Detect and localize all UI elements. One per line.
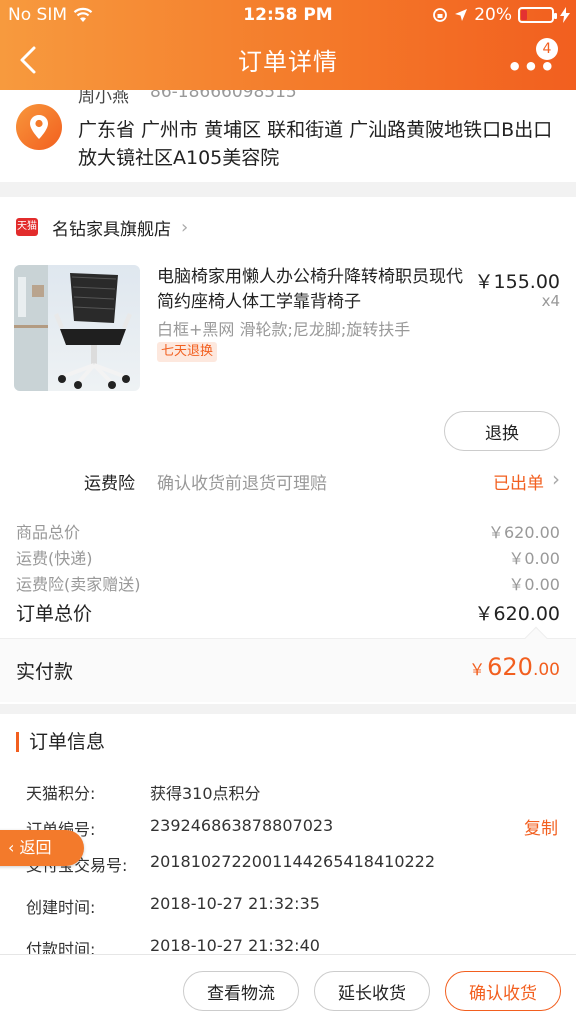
paid-value: ￥620.00 xyxy=(469,653,560,681)
order-card: 天猫 名钻家具旗舰店 › 电脑椅家用懒人办公椅升降转椅职员现代简约座椅人体工学靠… xyxy=(0,197,576,704)
shop-link[interactable]: 天猫 名钻家具旗舰店 › xyxy=(16,215,189,240)
header: No SIM 12:58 PM 20% 订单详情 ••• 4 xyxy=(0,0,576,90)
return-policy-tag: 七天退换 xyxy=(157,342,218,362)
info-row: 天猫积分: 获得310点积分 xyxy=(26,780,560,804)
paid-integer: 620 xyxy=(487,653,533,681)
info-key: 天猫积分: xyxy=(26,784,96,803)
chevron-left-icon: ‹ xyxy=(8,838,20,857)
info-row: 支付宝交易号: 2018102722001144265418410222 xyxy=(26,852,560,876)
info-row: 付款时间: 2018-10-27 21:32:40 xyxy=(26,936,560,954)
summary-label: 商品总价 xyxy=(16,523,81,542)
more-dots-icon: ••• xyxy=(506,53,556,81)
recipient-phone: 86-18666098515 xyxy=(150,90,297,102)
summary-row: 商品总价 ￥620.00 xyxy=(16,519,560,543)
tmall-icon: 天猫 xyxy=(16,218,38,236)
nav-bar: 订单详情 ••• 4 xyxy=(0,30,576,88)
order-total-label: 订单总价 xyxy=(16,603,93,625)
info-row: 订单编号: 239246863878807023 xyxy=(26,816,560,840)
chevron-right-icon: › xyxy=(181,216,189,238)
order-total-row: 订单总价 ￥620.00 xyxy=(16,599,560,625)
summary-value: ￥0.00 xyxy=(508,549,560,568)
shipping-insurance-row[interactable]: 运费险 确认收货前退货可理赔 已出单 › xyxy=(0,467,576,497)
product-title[interactable]: 电脑椅家用懒人办公椅升降转椅职员现代简约座椅人体工学靠背椅子 xyxy=(157,265,477,315)
info-value: 获得310点积分 xyxy=(150,784,261,803)
info-value: 2018102722001144265418410222 xyxy=(150,852,436,871)
product-sku: 白框+黑网 滑轮款;尼龙脚;旋转扶手 xyxy=(157,320,411,339)
info-value: 2018-10-27 21:32:40 xyxy=(150,936,320,954)
info-value: 2018-10-27 21:32:35 xyxy=(150,894,320,913)
shipping-address[interactable]: 周小燕 86-18666098515 广东省 广州市 黄埔区 联和街道 广汕路黄… xyxy=(0,90,576,182)
page-title: 订单详情 xyxy=(238,48,338,76)
paid-decimal: .00 xyxy=(532,660,560,680)
summary-value: ￥620.00 xyxy=(488,523,560,542)
summary-label: 运费险(卖家赠送) xyxy=(16,575,141,594)
summary-row: 运费险(卖家赠送) ￥0.00 xyxy=(16,571,560,595)
address-text: 广东省 广州市 黄埔区 联和街道 广汕路黄陂地铁口B出口放大镜社区A105美容院 xyxy=(78,119,553,169)
paid-currency: ￥ xyxy=(469,660,486,679)
order-info-title: 订单信息 xyxy=(16,732,105,752)
insurance-desc: 确认收货前退货可理赔 xyxy=(157,474,327,494)
order-number: 239246863878807023 xyxy=(150,816,334,835)
charging-icon xyxy=(560,7,570,23)
battery-icon xyxy=(518,7,557,23)
extend-receipt-button[interactable]: 延长收货 xyxy=(314,971,430,1011)
product-price: ￥155.00 xyxy=(474,271,560,293)
summary-value: ￥0.00 xyxy=(508,575,560,594)
shop-name: 名钻家具旗舰店 xyxy=(52,219,171,240)
floating-back-button[interactable]: ‹ 返回 xyxy=(0,830,84,866)
confirm-receipt-button[interactable]: 确认收货 xyxy=(445,971,561,1011)
paid-label: 实付款 xyxy=(16,661,74,683)
chevron-right-icon: › xyxy=(552,467,560,491)
product-quantity: x4 xyxy=(541,292,560,310)
product-image[interactable] xyxy=(14,265,140,391)
status-bar: No SIM 12:58 PM 20% xyxy=(0,0,576,30)
info-row: 创建时间: 2018-10-27 21:32:35 xyxy=(26,894,560,918)
orientation-lock-icon xyxy=(433,8,448,22)
insurance-label: 运费险 xyxy=(84,474,135,494)
bottom-action-bar: 查看物流 延长收货 确认收货 xyxy=(0,954,576,1024)
copy-order-number-button[interactable]: 复制 xyxy=(524,814,558,839)
battery-percent: 20% xyxy=(474,5,512,25)
notification-badge: 4 xyxy=(536,38,558,60)
view-logistics-button[interactable]: 查看物流 xyxy=(183,971,299,1011)
summary-label: 运费(快递) xyxy=(16,549,93,568)
status-right: 20% xyxy=(432,5,570,25)
more-button[interactable]: ••• 4 xyxy=(507,38,558,80)
return-exchange-button[interactable]: 退换 xyxy=(444,411,560,451)
info-key: 付款时间: xyxy=(26,940,96,954)
order-total-value: ￥620.00 xyxy=(474,603,560,625)
order-info-section: 订单信息 天猫积分: 获得310点积分 订单编号: 23924686387880… xyxy=(0,714,576,954)
location-pin-icon xyxy=(16,104,62,150)
floating-back-label: 返回 xyxy=(19,838,52,857)
insurance-status: 已出单 xyxy=(493,474,544,494)
paid-amount-bar: 实付款 ￥620.00 xyxy=(0,626,576,702)
summary-row: 运费(快递) ￥0.00 xyxy=(16,545,560,569)
recipient-name: 周小燕 xyxy=(78,90,129,107)
info-key: 创建时间: xyxy=(26,898,96,917)
location-arrow-icon xyxy=(455,9,468,21)
